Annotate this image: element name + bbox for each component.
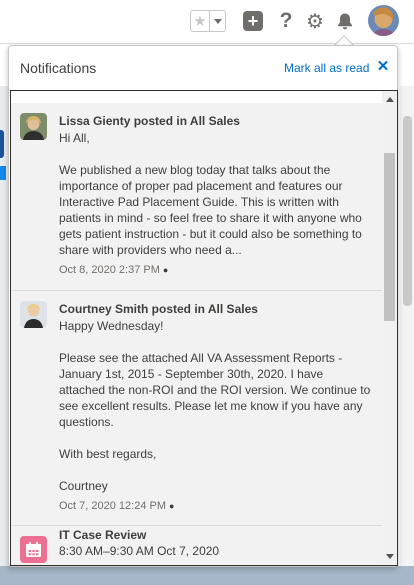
calendar-icon: [20, 536, 47, 563]
mark-all-read-link[interactable]: Mark all as read: [284, 61, 369, 75]
notification-title: Lissa Gienty posted in All Sales: [59, 114, 240, 128]
scroll-down-arrow-icon[interactable]: [386, 554, 394, 559]
close-icon[interactable]: ✕: [375, 57, 391, 75]
favorites-dropdown-button[interactable]: [210, 10, 226, 32]
panel-title: Notifications: [20, 60, 97, 76]
notification-timestamp: Oct 7, 2020 12:24 PM ●: [59, 500, 174, 512]
notification-item[interactable]: Courtney Smith posted in All Sales Happy…: [11, 291, 382, 525]
page-scrollbar-thumb[interactable]: [403, 116, 412, 306]
notification-greeting: Happy Wednesday!: [59, 319, 164, 333]
notification-body: Happy Wednesday! Please see the attached…: [59, 318, 371, 494]
panel-header: Notifications Mark all as read ✕: [9, 46, 397, 90]
timestamp-text: Oct 7, 2020 12:24 PM: [59, 500, 167, 512]
notifications-panel: Notifications Mark all as read ✕ Lissa G…: [8, 45, 398, 567]
chevron-down-icon: [213, 18, 222, 24]
notification-item[interactable]: Lissa Gienty posted in All Sales Hi All,…: [11, 103, 382, 290]
notification-timestamp: Oct 8, 2020 2:37 PM ●: [59, 264, 168, 276]
event-time: 8:30 AM–9:30 AM Oct 7, 2020: [59, 544, 220, 558]
notification-title: Courtney Smith posted in All Sales: [59, 302, 258, 316]
notification-closing: With best regards,: [59, 447, 157, 461]
gear-icon[interactable]: ⚙: [305, 11, 325, 33]
notification-item[interactable]: IT Case Review 8:30 AM–9:30 AM Oct 7, 20…: [11, 526, 382, 565]
unread-indicator: ●: [169, 501, 175, 511]
notification-message: We published a new blog today that talks…: [59, 163, 362, 257]
unread-indicator: ●: [162, 265, 169, 275]
avatar: [20, 301, 47, 328]
avatar: [20, 113, 47, 140]
notification-message: Please see the attached All VA Assessmen…: [59, 351, 371, 429]
background-app-footer: [0, 566, 414, 585]
user-avatar[interactable]: [368, 5, 399, 36]
notification-body: Hi All, We published a new blog today th…: [59, 130, 371, 258]
question-icon[interactable]: ?: [276, 9, 296, 32]
scrollbar-thumb[interactable]: [384, 153, 395, 321]
background-app-marker: [0, 166, 6, 180]
notification-greeting: Hi All,: [59, 131, 90, 145]
timestamp-text: Oct 8, 2020 2:37 PM: [59, 264, 160, 276]
star-icon[interactable]: ★: [190, 10, 210, 32]
favorites-group: ★: [190, 10, 226, 32]
bell-icon[interactable]: [335, 11, 355, 31]
notification-title: IT Case Review: [59, 528, 147, 542]
notification-list[interactable]: Lissa Gienty posted in All Sales Hi All,…: [10, 90, 398, 566]
notification-list-scrollbar[interactable]: [382, 91, 397, 565]
notification-signature: Courtney: [59, 479, 108, 493]
background-app-tab: [0, 130, 4, 158]
scroll-up-arrow-icon[interactable]: [386, 97, 394, 102]
plus-icon[interactable]: +: [243, 11, 263, 31]
